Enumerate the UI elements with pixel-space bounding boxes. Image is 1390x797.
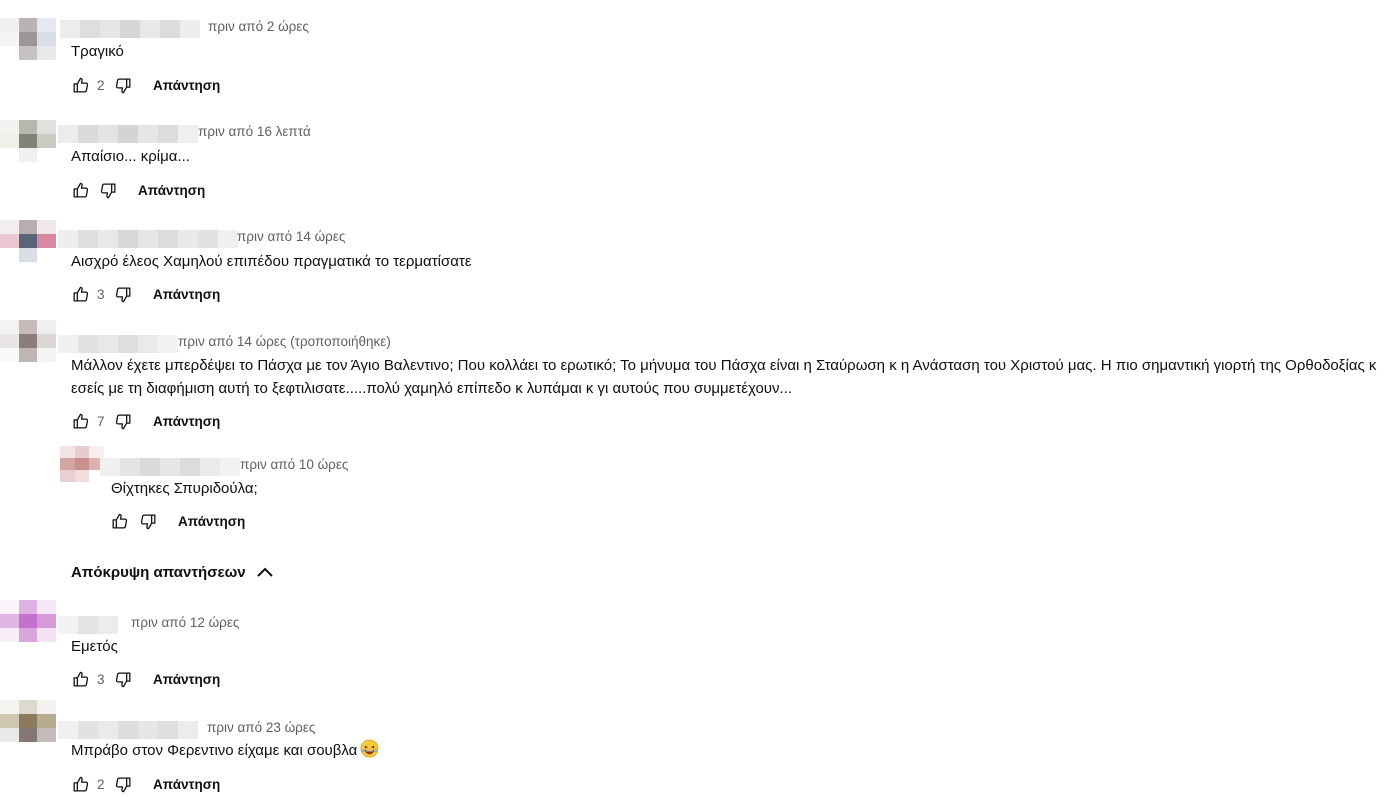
reply-button[interactable]: Απάντηση	[153, 414, 220, 429]
reply-button[interactable]: Απάντηση	[153, 78, 220, 93]
avatar[interactable]	[0, 320, 56, 362]
comment-text-body: Μπράβο στον Φερεντινο είχαμε και σουβλα	[71, 742, 358, 759]
comment-actions: 3 Απάντηση	[70, 284, 220, 304]
hide-replies-label: Απόκρυψη απαντήσεων	[71, 563, 246, 581]
like-count: 3	[97, 286, 105, 302]
avatar[interactable]	[0, 18, 56, 60]
chevron-up-icon	[256, 567, 273, 577]
comment-actions: Απάντηση	[109, 511, 245, 531]
like-count: 3	[97, 671, 105, 687]
avatar[interactable]	[0, 120, 56, 162]
comment-text: Αισχρό έλεος Χαμηλού επιπέδου πραγματικά…	[71, 253, 472, 270]
comment-text: Μπράβο στον Φερεντινο είχαμε και σουβλα	[71, 739, 379, 765]
reply-button[interactable]: Απάντηση	[138, 183, 205, 198]
comment-timestamp[interactable]: πριν από 14 ώρες	[237, 229, 345, 244]
thumb-up-icon[interactable]	[70, 75, 90, 95]
like-count: 2	[97, 77, 105, 93]
thumb-down-icon[interactable]	[113, 411, 133, 431]
comment-timestamp[interactable]: πριν από 23 ώρες	[207, 720, 315, 735]
thumb-down-icon[interactable]	[113, 75, 133, 95]
avatar[interactable]	[0, 600, 56, 642]
comment-timestamp[interactable]: πριν από 14 ώρες (τροποποιήθηκε)	[178, 334, 391, 349]
comment-text: Μάλλον έχετε μπερδέψει το Πάσχα με τον Ά…	[71, 357, 1377, 397]
comment-timestamp[interactable]: πριν από 2 ώρες	[208, 19, 309, 34]
username-blurred[interactable]	[100, 458, 240, 476]
username-blurred[interactable]	[60, 20, 200, 38]
comment-timestamp[interactable]: πριν από 10 ώρες	[240, 457, 348, 472]
thumb-down-icon[interactable]	[98, 180, 118, 200]
comment-text: Εμετός	[71, 638, 118, 655]
comment-actions: 7 Απάντηση	[70, 411, 220, 431]
thumb-down-icon[interactable]	[138, 511, 158, 531]
thumb-up-icon[interactable]	[70, 284, 90, 304]
thumb-down-icon[interactable]	[113, 284, 133, 304]
reply-button[interactable]: Απάντηση	[153, 672, 220, 687]
reply-button[interactable]: Απάντηση	[153, 777, 220, 792]
avatar[interactable]	[0, 700, 56, 742]
username-blurred[interactable]	[58, 616, 118, 634]
laughing-emoji-icon	[360, 739, 379, 765]
thumb-up-icon[interactable]	[70, 774, 90, 794]
username-blurred[interactable]	[58, 721, 198, 739]
thumb-up-icon[interactable]	[70, 180, 90, 200]
comment-actions: Απάντηση	[70, 180, 205, 200]
like-count: 2	[97, 776, 105, 792]
thumb-up-icon[interactable]	[109, 511, 129, 531]
like-count: 7	[97, 413, 105, 429]
reply-button[interactable]: Απάντηση	[178, 514, 245, 529]
username-blurred[interactable]	[58, 335, 178, 353]
comment-text: Θίχτηκες Σπυριδούλα;	[111, 480, 258, 497]
reply-button[interactable]: Απάντηση	[153, 287, 220, 302]
thumb-up-icon[interactable]	[70, 411, 90, 431]
thumb-up-icon[interactable]	[70, 669, 90, 689]
avatar[interactable]	[0, 220, 56, 262]
thumb-down-icon[interactable]	[113, 774, 133, 794]
comment-actions: 2 Απάντηση	[70, 774, 220, 794]
hide-replies-button[interactable]: Απόκρυψη απαντήσεων	[71, 562, 275, 582]
comment-text: Τραγικό	[71, 43, 124, 60]
comment-timestamp[interactable]: πριν από 12 ώρες	[131, 615, 239, 630]
username-blurred[interactable]	[58, 125, 198, 143]
comment-actions: 2 Απάντηση	[70, 75, 220, 95]
avatar[interactable]	[60, 446, 104, 482]
thumb-down-icon[interactable]	[113, 669, 133, 689]
comment-timestamp[interactable]: πριν από 16 λεπτά	[198, 124, 311, 139]
comment-actions: 3 Απάντηση	[70, 669, 220, 689]
comment-text: Απαίσιο... κρίμα...	[71, 148, 190, 165]
username-blurred[interactable]	[58, 230, 238, 248]
